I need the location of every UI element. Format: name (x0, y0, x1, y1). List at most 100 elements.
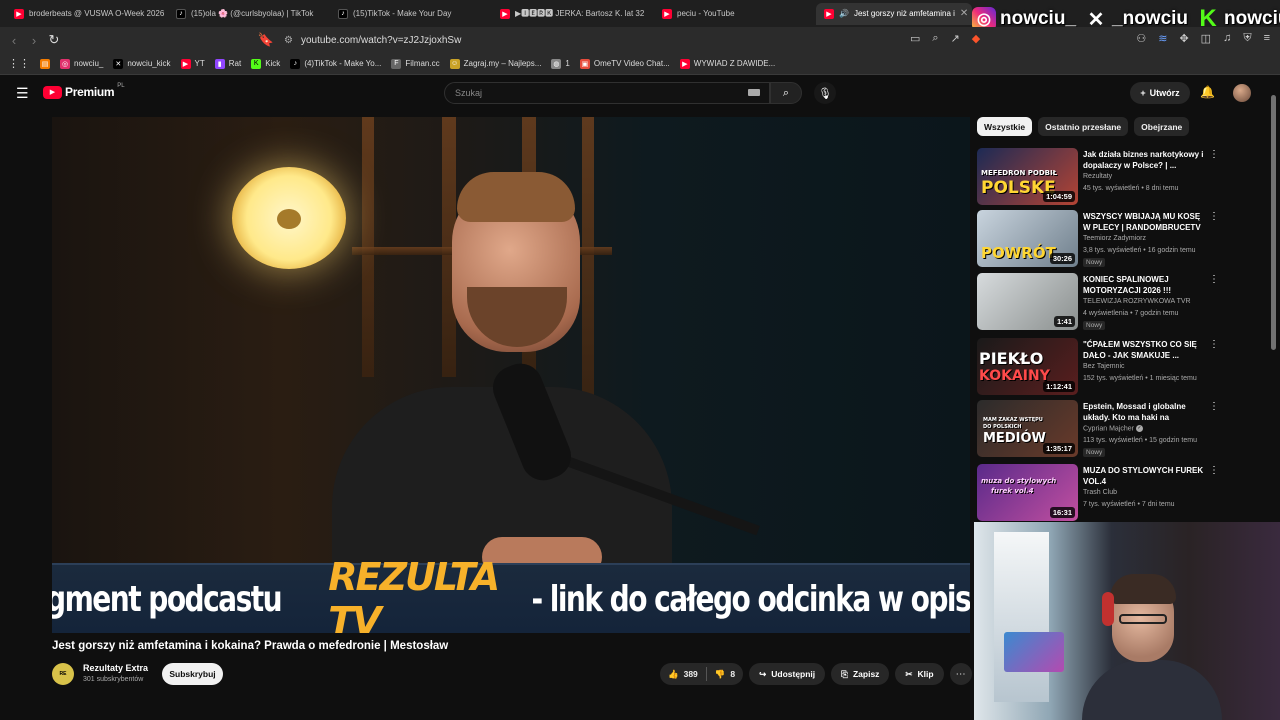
subscribe-button[interactable]: Subskrybuj (162, 663, 223, 685)
browser-tab[interactable]: ♪ (15)TikTok - Make Your Day (330, 3, 492, 25)
recommendation-channel[interactable]: Cyprian Majcher ✓ (1083, 425, 1143, 432)
caption-text-1: Fragment podcastu (52, 578, 282, 620)
video-thumbnail[interactable]: 1:41 (977, 273, 1078, 330)
video-thumbnail[interactable]: PIEKŁO KOKAINY 1:12:41 (977, 338, 1078, 395)
recommendation-channel[interactable]: Trash Club (1083, 489, 1117, 496)
share-button[interactable]: ↪ Udostępnij (749, 663, 826, 685)
bookmark-item[interactable]: ▶ YT (180, 58, 205, 69)
chip-watched[interactable]: Obejrzane (1134, 117, 1190, 136)
recommendation-title[interactable]: WSZYSCY WBIJAJĄ MU KOSĘ W PLECY | RANDOM… (1083, 211, 1205, 233)
recommendation-channel[interactable]: Teemiorz Zadymiorz (1083, 235, 1146, 242)
reload-icon[interactable]: ↻ (44, 32, 64, 48)
extension-icon[interactable]: ⚇ (1136, 32, 1146, 45)
chip-recently-uploaded[interactable]: Ostatnio przesłane (1038, 117, 1129, 136)
recommendation-item[interactable]: POWRÓT 30:26 WSZYSCY WBIJAJĄ MU KOSĘ W P… (977, 210, 1219, 268)
tiktok-icon: ♪ (290, 58, 301, 69)
apps-grid-icon[interactable]: ⋮⋮ (8, 57, 30, 70)
recommendation-title[interactable]: KONIEC SPALINOWEJ MOTORYZACJI 2026 !!! (1083, 274, 1205, 296)
video-thumbnail[interactable]: MAM ZAKAZ WSTĘPU DO POLSKICH MEDIÓW 1:35… (977, 400, 1078, 457)
hamburger-menu-icon[interactable]: ☰ (16, 85, 29, 102)
more-options-icon[interactable]: ⋮ (1209, 149, 1219, 160)
bookmark-item[interactable]: K Kick (251, 58, 281, 69)
browser-tab[interactable]: ▶ broderbeats @ VUSWA O-Week 2026 (6, 3, 168, 25)
recommendation-channel[interactable]: Rezultaty (1083, 173, 1112, 180)
bookmark-icon[interactable]: 🔖 (256, 32, 276, 48)
music-icon[interactable]: ♫ (1223, 32, 1231, 45)
video-duration: 1:12:41 (1043, 381, 1075, 392)
recommendation-item[interactable]: MEFEDRON PODBIŁ POLSKĘ 1:04:59 Jak dział… (977, 148, 1219, 206)
dislike-button[interactable]: 👎 8 (707, 669, 743, 680)
channel-name[interactable]: Rezultaty Extra (83, 663, 148, 673)
site-info-icon[interactable]: ⚙ (284, 35, 293, 46)
video-thumbnail[interactable]: MEFEDRON PODBIŁ POLSKĘ 1:04:59 (977, 148, 1078, 205)
microphone-icon: 🎙 (818, 87, 832, 100)
bookmark-label: Kick (265, 59, 281, 68)
more-actions-button[interactable]: ⋯ (949, 663, 972, 685)
rss-icon: ▤ (40, 58, 50, 69)
recommendation-item[interactable]: muza do stylowych furek vol.4 16:31 MUZA… (977, 464, 1219, 522)
video-player[interactable]: Fragment podcastu REZULTA TV - link do c… (52, 117, 970, 633)
bookmark-item[interactable]: ▤ (40, 58, 50, 69)
brave-shield-icon[interactable]: ◆ (972, 32, 980, 45)
search-button[interactable]: ⌕ (770, 82, 802, 104)
video-thumbnail[interactable]: muza do stylowych furek vol.4 16:31 (977, 464, 1078, 521)
bookmark-item[interactable]: ◎ nowciu_ (60, 58, 103, 69)
more-options-icon[interactable]: ⋮ (1209, 274, 1219, 285)
search-input[interactable]: Szukaj (444, 82, 770, 104)
youtube-play-icon: ▶ (43, 85, 62, 99)
bookmark-item[interactable]: ▶ WYWIAD Z DAWIDE... (679, 58, 775, 69)
sidebar-icon[interactable]: ◫ (1201, 32, 1211, 45)
recommendation-channel[interactable]: TELEWIZJA ROZRYWKOWA TVR (1083, 298, 1191, 305)
vpn-icon[interactable]: ⛨ (1243, 32, 1251, 45)
bookmark-item[interactable]: F Filman.cc (391, 58, 440, 69)
bookmark-item[interactable]: ✕ nowciu_kick (113, 58, 171, 69)
bookmark-item[interactable]: ▮ Rat (214, 58, 241, 69)
recommendation-title[interactable]: Jak działa biznes narkotykowy i dopalacz… (1083, 149, 1205, 171)
more-options-icon[interactable]: ⋮ (1209, 401, 1219, 412)
thumbnail-text: KOKAINY (979, 368, 1050, 384)
close-tab-icon[interactable]: ✕ (960, 8, 968, 19)
keyboard-icon[interactable] (748, 89, 760, 96)
browser-tab[interactable]: ♪ (15)ola 🌸 (@curlsbyolaa) | TikTok (168, 3, 330, 25)
cast-icon[interactable]: ▭ (910, 32, 920, 45)
puzzle-icon[interactable]: ✥ (1179, 32, 1188, 45)
menu-icon[interactable]: ≡ (1264, 32, 1270, 45)
browser-tab-active[interactable]: ▶ 🔊 Jest gorszy niż amfetamina i ✕ (816, 2, 972, 25)
forward-icon[interactable]: › (24, 33, 44, 48)
share-icon[interactable]: ↗ (951, 32, 960, 45)
page-scrollbar[interactable] (1271, 95, 1276, 350)
more-options-icon[interactable]: ⋮ (1209, 465, 1219, 476)
recommendation-title[interactable]: MUZA DO STYLOWYCH FUREK VOL.4 (1083, 465, 1205, 487)
like-button[interactable]: 👍 389 (660, 669, 706, 680)
recommendation-title[interactable]: Epstein, Mossad i globalne układy. Kto m… (1083, 401, 1205, 423)
translate-icon[interactable]: ≋ (1158, 32, 1167, 45)
notifications-bell-icon[interactable]: 🔔 (1200, 85, 1215, 99)
video-thumbnail[interactable]: POWRÓT 30:26 (977, 210, 1078, 267)
browser-tab[interactable]: ▶ peciu - YouTube (654, 3, 816, 25)
create-button[interactable]: + Utwórz (1130, 82, 1190, 104)
bookmark-item[interactable]: ♪ (4)TikTok - Make Yo... (290, 58, 381, 69)
bookmark-item[interactable]: ◍ 1 (551, 58, 570, 69)
recommendation-item[interactable]: MAM ZAKAZ WSTĘPU DO POLSKICH MEDIÓW 1:35… (977, 400, 1219, 458)
recommendation-channel[interactable]: Bez Tajemnic (1083, 363, 1125, 370)
bookmark-item[interactable]: ☺ Zagraj.my – Najleps... (449, 58, 541, 69)
recommendation-item[interactable]: PIEKŁO KOKAINY 1:12:41 "ĆPAŁEM WSZYSTKO … (977, 338, 1219, 396)
back-icon[interactable]: ‹ (4, 33, 24, 48)
create-label: Utwórz (1149, 88, 1180, 98)
channel-avatar[interactable]: RE (52, 663, 74, 685)
more-options-icon[interactable]: ⋮ (1209, 339, 1219, 350)
recommendation-item[interactable]: 1:41 KONIEC SPALINOWEJ MOTORYZACJI 2026 … (977, 273, 1219, 331)
save-button[interactable]: ⎘ Zapisz (831, 663, 890, 685)
recommendation-title[interactable]: "ĆPAŁEM WSZYSTKO CO SIĘ DAŁO - JAK SMAKU… (1083, 339, 1205, 361)
clip-button[interactable]: ✂ Klip (895, 663, 944, 685)
channel-label: Cyprian Majcher (1083, 425, 1134, 433)
more-options-icon[interactable]: ⋮ (1209, 211, 1219, 222)
browser-tab[interactable]: ▶ ▶🅸🅴🆁🅺 JERKA: Bartosz K. lat 32 (492, 3, 654, 25)
video-title: Jest gorszy niż amfetamina i kokaina? Pr… (52, 640, 449, 652)
voice-search-button[interactable]: 🎙 (814, 82, 836, 104)
youtube-logo[interactable]: ▶ Premium PL (43, 83, 125, 99)
zoom-icon[interactable]: ⌕ (932, 32, 938, 45)
account-avatar[interactable] (1233, 84, 1251, 102)
bookmark-item[interactable]: ▣ OmeTV Video Chat... (579, 58, 670, 69)
chip-all[interactable]: Wszystkie (977, 117, 1033, 136)
